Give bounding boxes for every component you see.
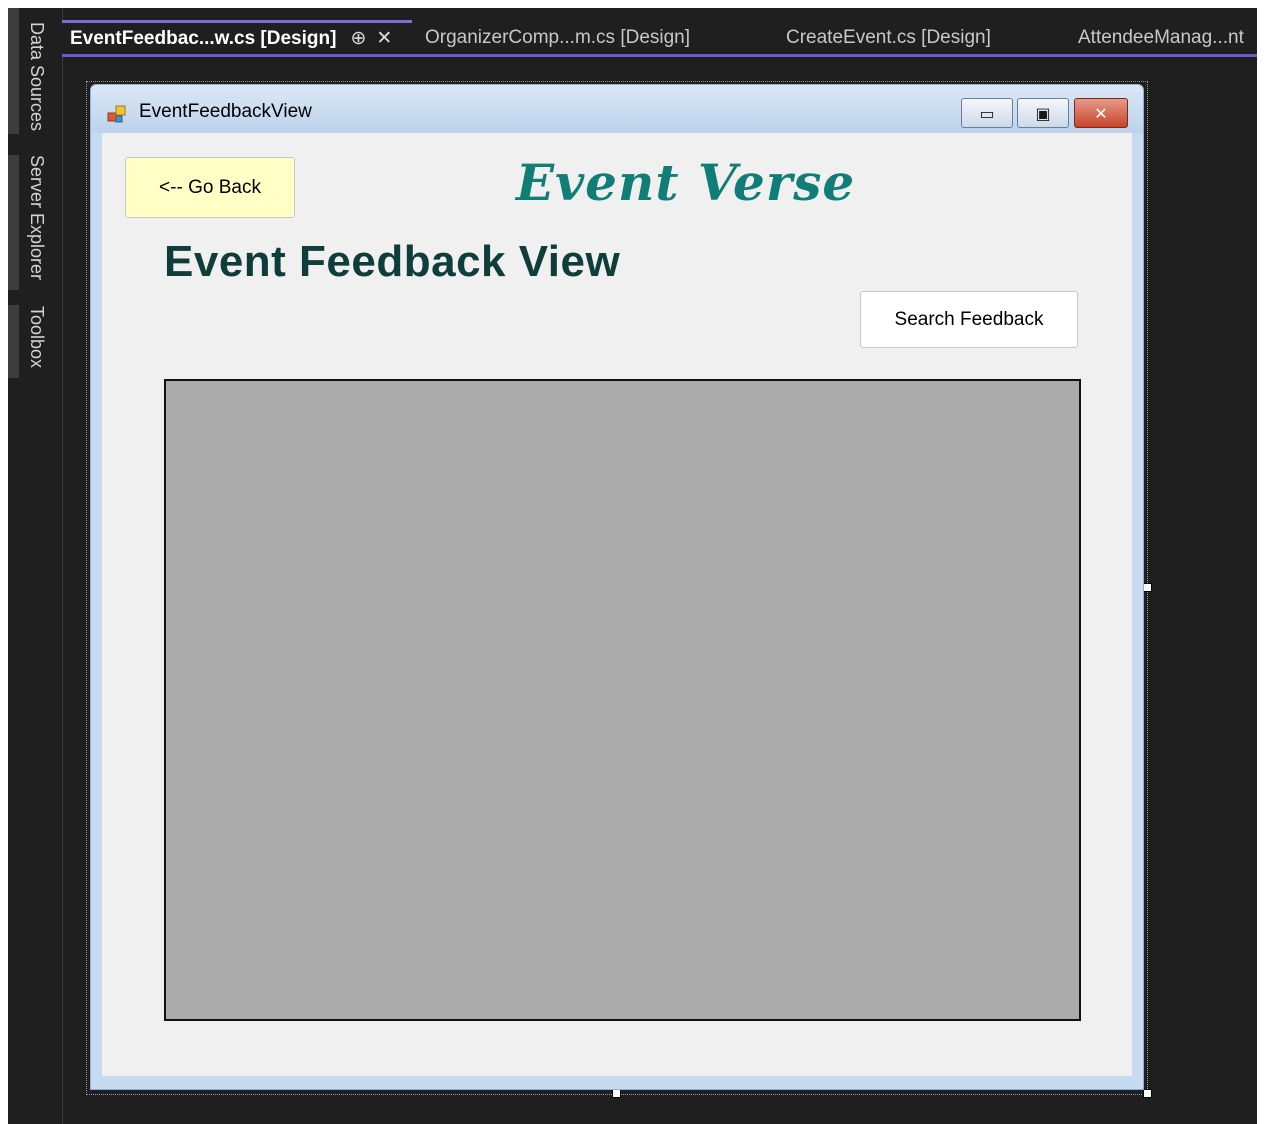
form-title-bar: EventFeedbackView ▭ ▣ ✕ — [91, 85, 1143, 133]
tab-organizer-comp[interactable]: OrganizerComp...m.cs [Design] — [417, 20, 772, 55]
close-icon[interactable]: ✕ — [1074, 98, 1128, 128]
tab-underline — [62, 54, 1257, 57]
maximize-icon[interactable]: ▣ — [1017, 98, 1069, 128]
form-title: EventFeedbackView — [139, 101, 312, 122]
form-client-area: <-- Go Back Event Verse Event Feedback V… — [102, 133, 1132, 1076]
toolbox-tab[interactable]: Toolbox — [26, 306, 47, 368]
minimize-icon[interactable]: ▭ — [961, 98, 1013, 128]
tab-create-event[interactable]: CreateEvent.cs [Design] — [778, 20, 1066, 55]
form-window: EventFeedbackView ▭ ▣ ✕ <-- Go Back Even… — [90, 84, 1144, 1090]
side-tab-indicator — [8, 155, 19, 290]
form-app-icon — [107, 105, 126, 123]
tab-label: EventFeedbac...w.cs [Design] — [70, 28, 337, 49]
search-feedback-button[interactable]: Search Feedback — [860, 291, 1078, 348]
page-title: Event Feedback View — [164, 237, 621, 286]
server-explorer-tab[interactable]: Server Explorer — [26, 155, 47, 280]
resize-handle-bottom[interactable] — [612, 1089, 621, 1098]
pin-icon[interactable]: ⊕ — [350, 28, 366, 49]
go-back-button[interactable]: <-- Go Back — [125, 157, 295, 218]
resize-handle-corner[interactable] — [1143, 1089, 1152, 1098]
side-tool-strip: Data Sources Server Explorer Toolbox — [8, 8, 62, 1124]
side-tab-indicator — [8, 8, 19, 134]
feedback-data-grid[interactable] — [164, 379, 1081, 1021]
tab-event-feedback-view[interactable]: EventFeedbac...w.cs [Design] ⊕ ✕ — [62, 20, 412, 55]
side-divider — [62, 8, 63, 1124]
resize-handle-right[interactable] — [1143, 583, 1152, 592]
document-tab-bar: EventFeedbac...w.cs [Design] ⊕ ✕ Organizer… — [62, 20, 1257, 57]
data-sources-tab[interactable]: Data Sources — [26, 22, 47, 131]
side-tab-indicator — [8, 305, 19, 378]
brand-logo-text: Event Verse — [516, 153, 856, 212]
tab-attendee-manag[interactable]: AttendeeManag...nt — [1070, 20, 1257, 55]
visual-studio-window: Data Sources Server Explorer Toolbox Eve… — [8, 8, 1257, 1124]
close-icon[interactable]: ✕ — [376, 28, 392, 49]
